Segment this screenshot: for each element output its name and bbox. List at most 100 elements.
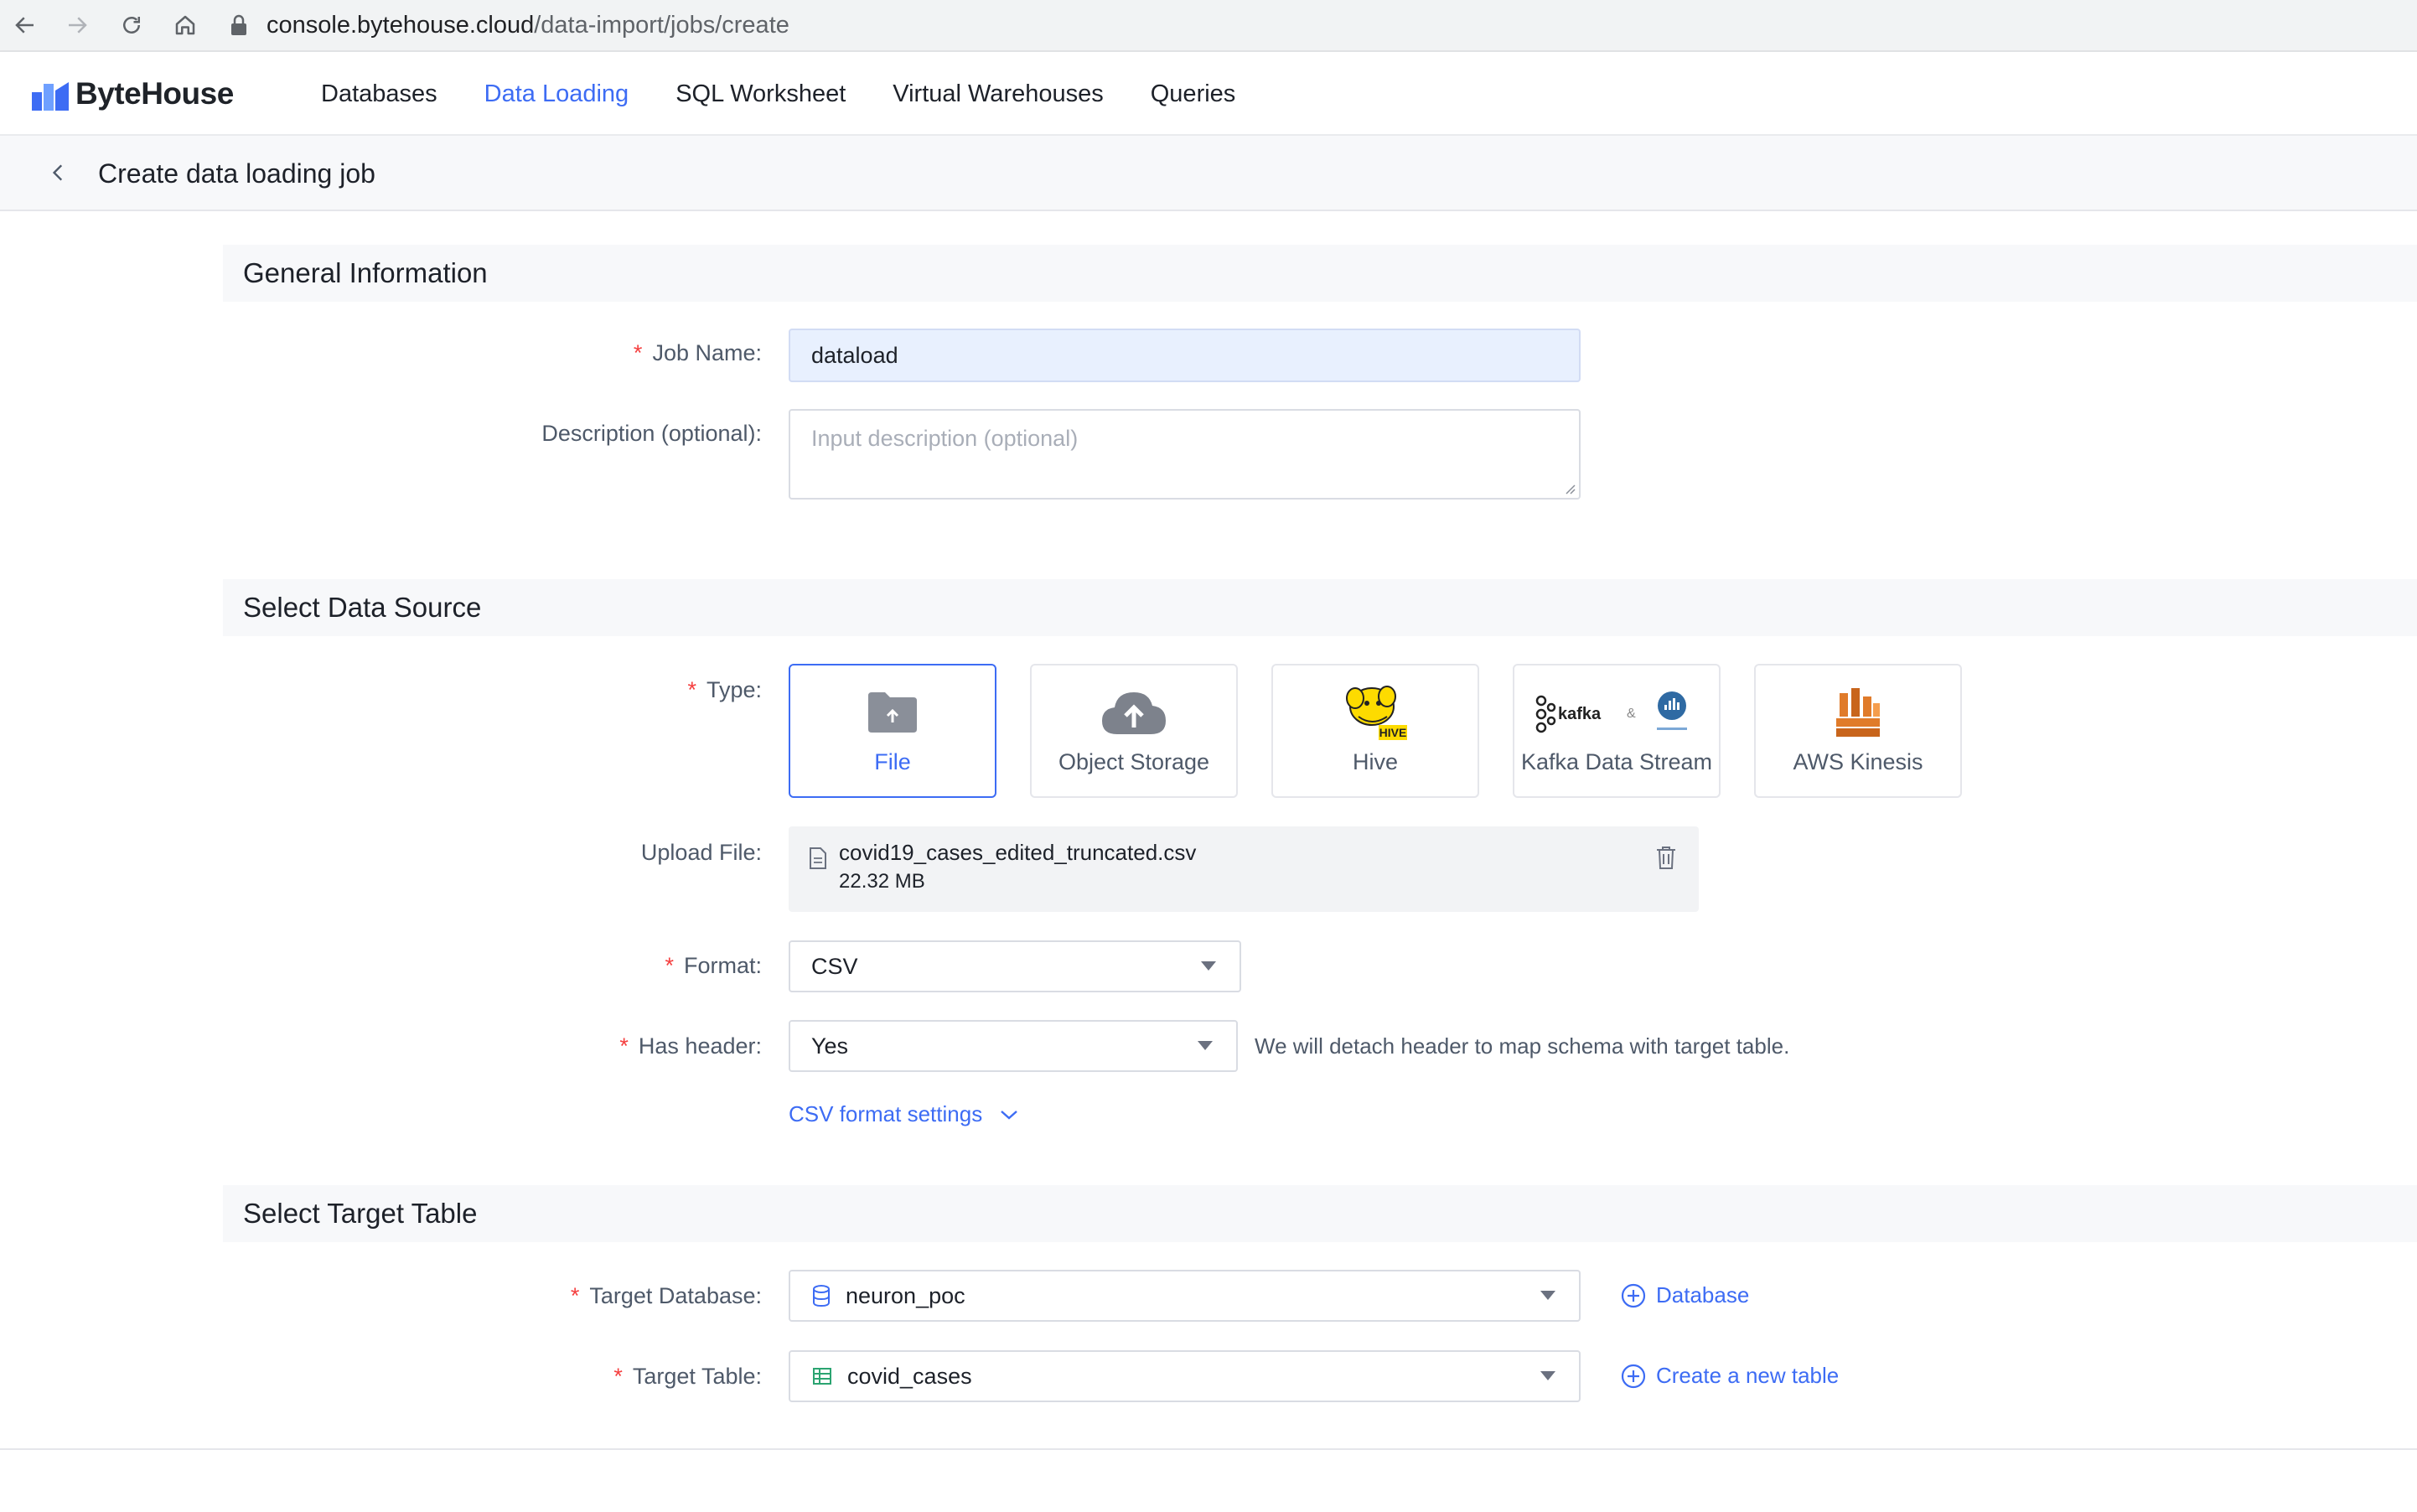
chevron-down-icon [1001, 1110, 1018, 1120]
csv-format-settings-text: CSV format settings [789, 1101, 983, 1126]
url-path: /data-import/jobs/create [534, 11, 789, 39]
create-new-table-button[interactable]: Create a new table [1621, 1363, 1839, 1389]
file-size: 22.32 MB [839, 870, 925, 893]
database-icon [813, 1285, 830, 1307]
section-title: General Information [243, 257, 488, 288]
has-header-label: * Has header: [619, 1033, 762, 1059]
target-database-label-text: Target Database: [589, 1283, 762, 1308]
type-label-object-storage: Object Storage [1058, 749, 1210, 774]
plus-circle-icon [1621, 1283, 1646, 1307]
nav-data-loading[interactable]: Data Loading [484, 80, 629, 108]
top-nav: Databases Data Loading SQL Worksheet Vir… [321, 52, 1282, 136]
caret-down-icon [1540, 1291, 1555, 1300]
format-label-text: Format: [683, 953, 762, 978]
description-placeholder: Input description (optional) [811, 426, 1079, 451]
kafka-confluent-logo-icon: kafka & [1514, 682, 1719, 743]
type-label: * Type: [687, 677, 762, 703]
create-new-table-text: Create a new table [1656, 1363, 1840, 1388]
section-select-target-table: Select Target Table [223, 1185, 2417, 1242]
caret-down-icon [1198, 1041, 1213, 1050]
url-text: console.bytehouse.cloud/data-import/jobs… [267, 12, 789, 39]
target-table-label: * Target Table: [613, 1364, 762, 1390]
reload-icon[interactable] [113, 7, 150, 44]
target-table-value: covid_cases [847, 1363, 972, 1389]
bytehouse-logo[interactable]: ByteHouse [32, 76, 234, 111]
caret-down-icon [1201, 961, 1216, 971]
trash-icon[interactable] [1655, 845, 1677, 870]
bytehouse-logo-icon [32, 82, 69, 111]
type-label-kafka: Kafka Data Stream [1520, 749, 1713, 774]
format-value: CSV [811, 953, 858, 979]
format-select[interactable]: CSV [789, 940, 1241, 992]
aws-kinesis-icon [1756, 682, 1960, 743]
type-card-object-storage[interactable]: Object Storage [1030, 664, 1238, 798]
resize-grip-icon[interactable] [1562, 481, 1576, 495]
footer-divider [0, 1448, 2417, 1450]
type-label-aws-kinesis: AWS Kinesis [1793, 749, 1923, 774]
required-marker: * [665, 953, 674, 978]
page-header: Create data loading job [0, 136, 2417, 211]
folder-upload-icon [790, 682, 995, 743]
file-name: covid19_cases_edited_truncated.csv [839, 840, 1197, 865]
svg-text:&: & [1627, 707, 1636, 721]
target-table-select[interactable]: covid_cases [789, 1350, 1581, 1402]
has-header-hint: We will detach header to map schema with… [1255, 1033, 1790, 1059]
nav-queries[interactable]: Queries [1151, 80, 1236, 108]
type-card-file[interactable]: File [789, 664, 996, 798]
type-card-hive[interactable]: HIVE Hive [1271, 664, 1479, 798]
section-title: Select Target Table [243, 1198, 478, 1229]
job-name-label: * Job Name: [634, 340, 762, 366]
format-label: * Format: [665, 953, 762, 979]
description-label: Description (optional): [541, 421, 762, 446]
job-name-input[interactable]: dataload [789, 329, 1581, 382]
page: console.bytehouse.cloud/data-import/jobs… [0, 0, 2417, 1512]
has-header-select[interactable]: Yes [789, 1020, 1238, 1072]
type-card-aws-kinesis[interactable]: AWS Kinesis [1754, 664, 1962, 798]
logo-text: ByteHouse [75, 76, 234, 111]
required-marker: * [613, 1364, 623, 1389]
hive-logo-icon: HIVE [1273, 682, 1478, 743]
caret-down-icon [1540, 1371, 1555, 1380]
type-label-file: File [874, 749, 911, 774]
lock-icon [223, 9, 255, 41]
home-icon[interactable] [167, 7, 204, 44]
address-bar[interactable]: console.bytehouse.cloud/data-import/jobs… [223, 3, 2417, 47]
job-name-value: dataload [811, 342, 898, 368]
table-icon [813, 1368, 831, 1385]
nav-virtual-warehouses[interactable]: Virtual Warehouses [893, 80, 1103, 108]
forward-arrow-icon[interactable] [59, 7, 96, 44]
type-label-text: Type: [706, 677, 762, 702]
hive-logo-text: HIVE [1379, 726, 1407, 739]
type-label-hive: Hive [1352, 749, 1398, 774]
back-arrow-icon[interactable] [7, 7, 44, 44]
section-general-information: General Information [223, 245, 2417, 302]
browser-toolbar: console.bytehouse.cloud/data-import/jobs… [0, 0, 2417, 52]
has-header-label-text: Has header: [638, 1033, 762, 1059]
file-icon [810, 847, 826, 869]
required-marker: * [633, 340, 643, 365]
required-marker: * [619, 1033, 629, 1059]
has-header-value: Yes [811, 1033, 849, 1059]
add-database-text: Database [1656, 1282, 1750, 1307]
target-database-select[interactable]: neuron_poc [789, 1270, 1581, 1322]
app-header: ByteHouse Databases Data Loading SQL Wor… [0, 52, 2417, 136]
upload-file-label: Upload File: [640, 840, 762, 865]
target-database-value: neuron_poc [846, 1282, 965, 1308]
required-marker: * [570, 1283, 580, 1308]
chevron-left-icon[interactable] [40, 154, 77, 191]
nav-sql-worksheet[interactable]: SQL Worksheet [675, 80, 846, 108]
cloud-upload-icon [1032, 682, 1236, 743]
required-marker: * [687, 677, 696, 702]
kafka-logo-text: kafka [1558, 705, 1602, 723]
type-card-kafka[interactable]: kafka & Kafka Data Stream [1513, 664, 1721, 798]
nav-databases[interactable]: Databases [321, 80, 437, 108]
description-textarea[interactable]: Input description (optional) [789, 409, 1581, 500]
job-name-label-text: Job Name: [652, 340, 762, 365]
page-title: Create data loading job [98, 158, 375, 189]
section-select-data-source: Select Data Source [223, 579, 2417, 636]
uploaded-file-item: covid19_cases_edited_truncated.csv 22.32… [789, 826, 1699, 912]
add-database-button[interactable]: Database [1621, 1282, 1749, 1308]
url-host: console.bytehouse.cloud [267, 11, 535, 39]
csv-format-settings-link[interactable]: CSV format settings [789, 1101, 1019, 1127]
section-title: Select Data Source [243, 592, 482, 623]
